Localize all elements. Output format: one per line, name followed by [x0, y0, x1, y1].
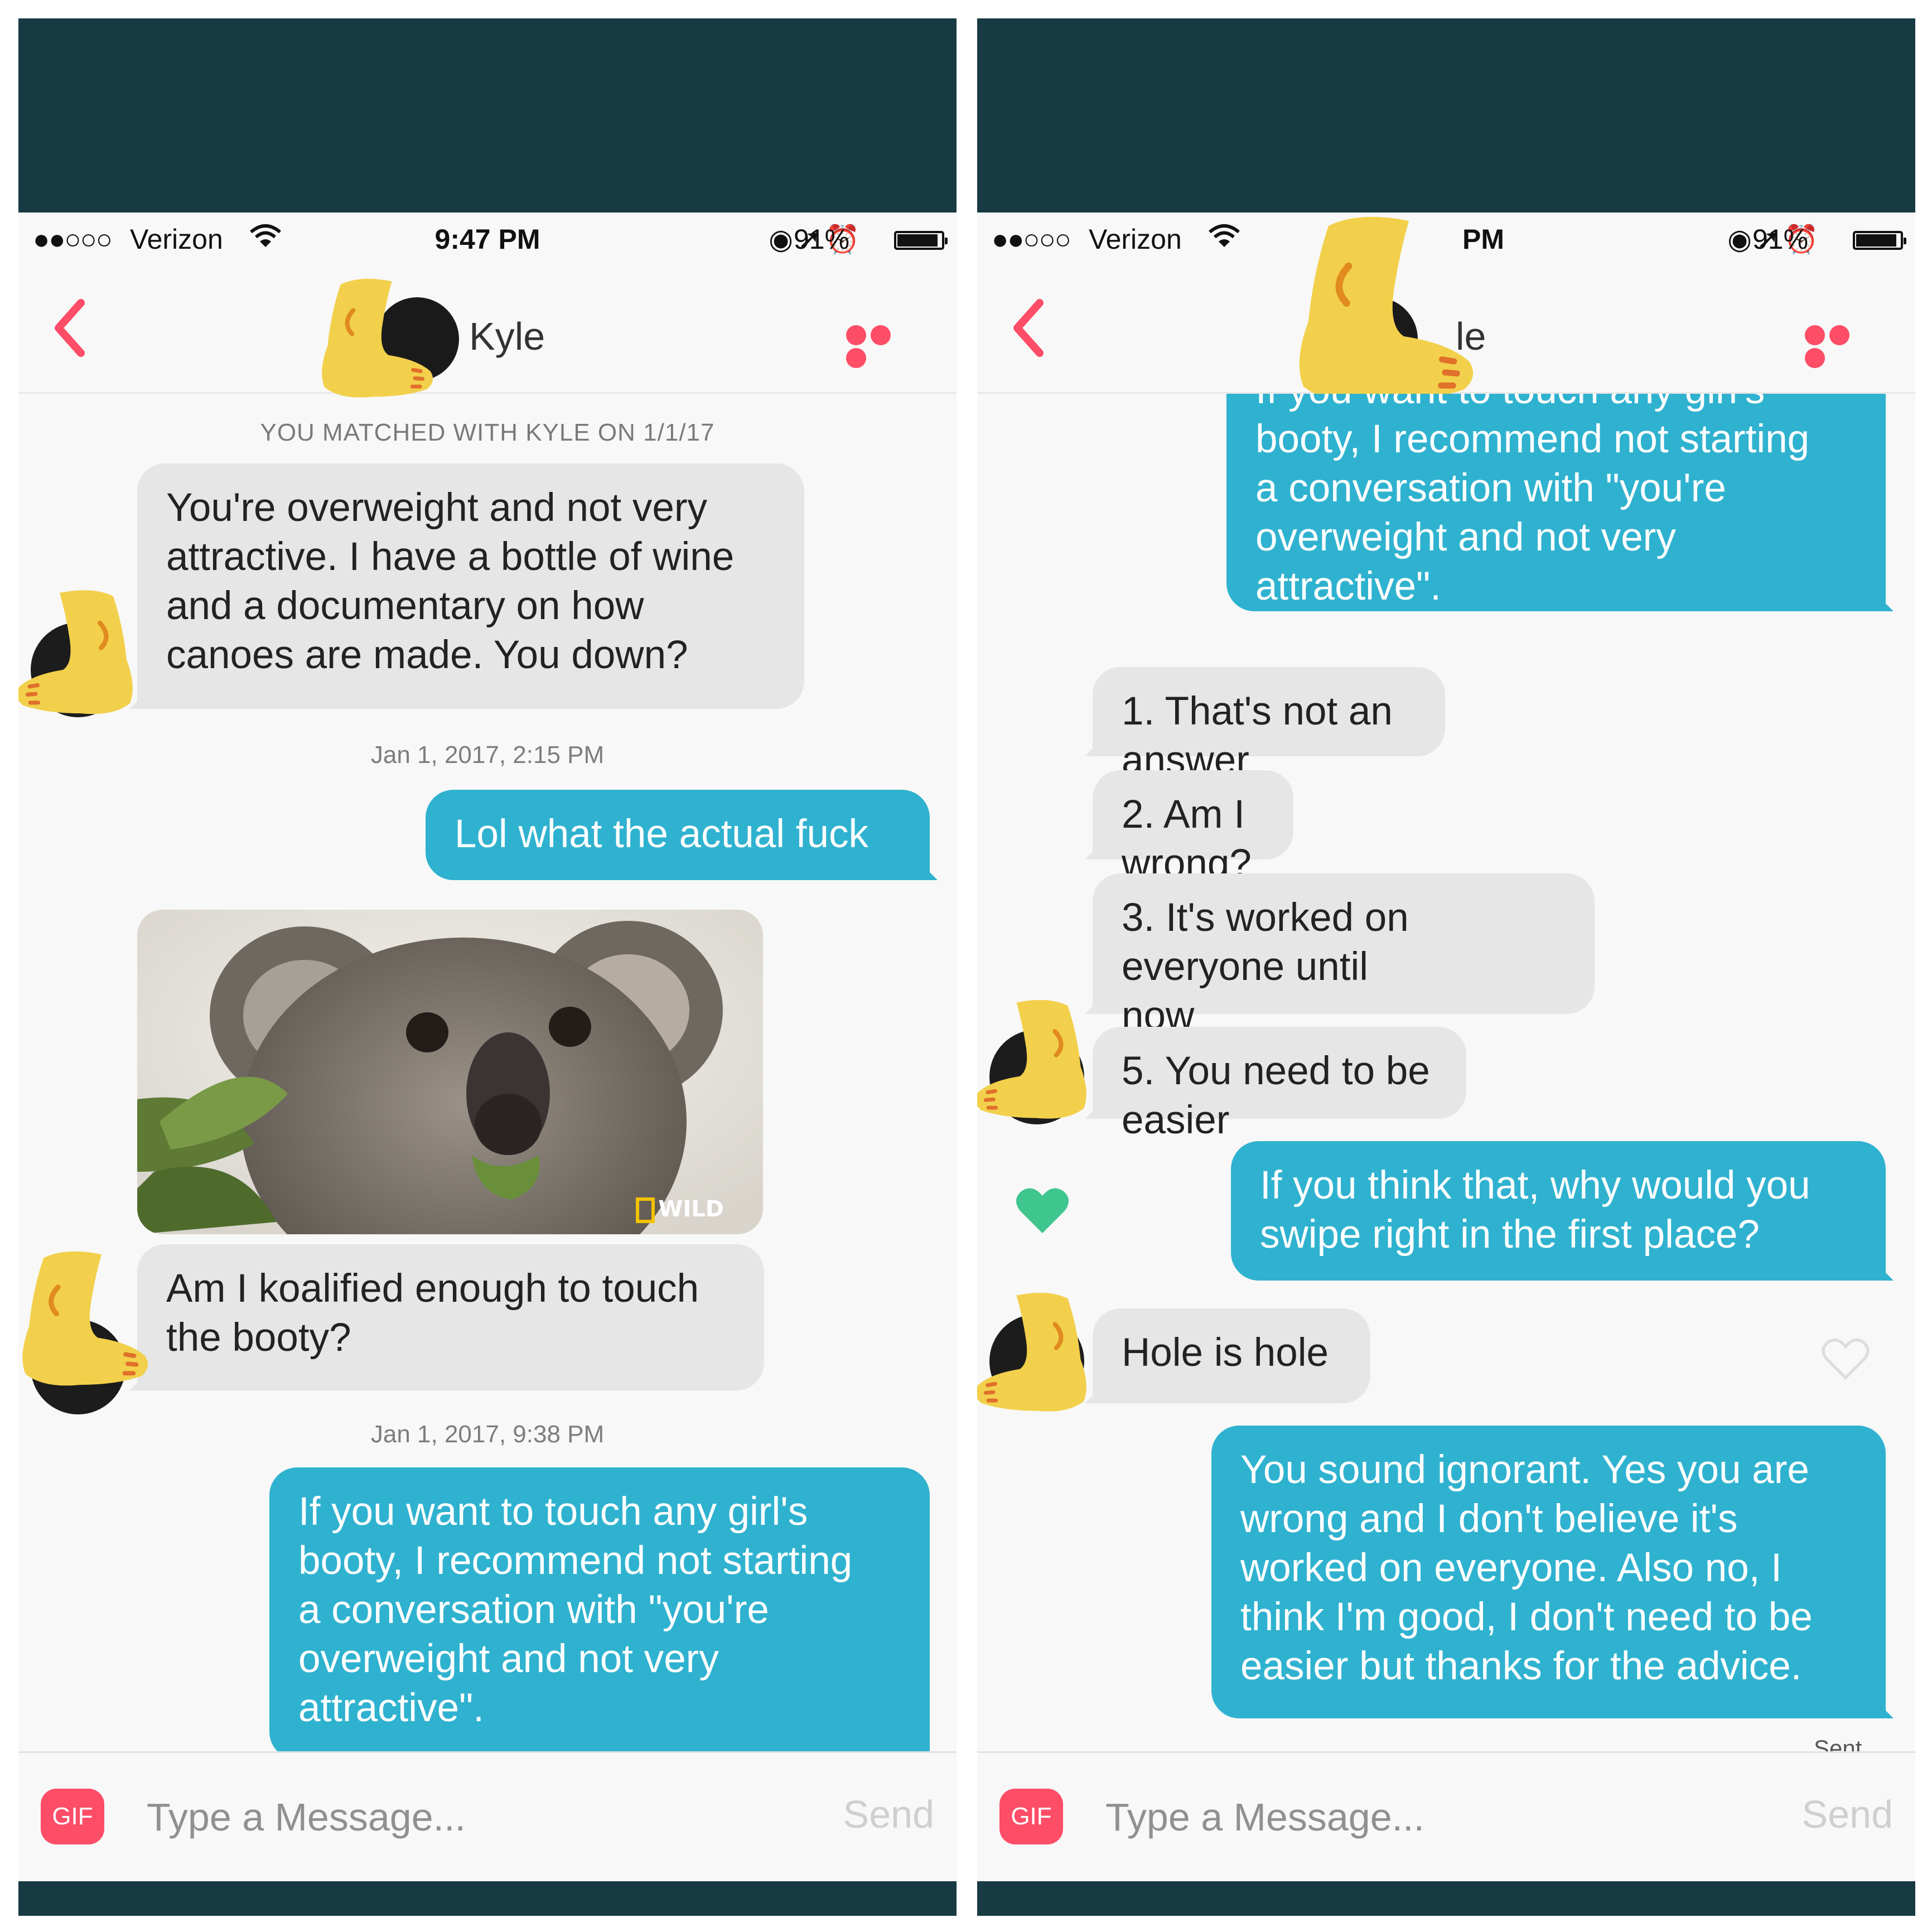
battery-icon: [1853, 231, 1906, 250]
incoming-message[interactable]: 3. It's worked on everyone until now: [1093, 873, 1595, 1038]
message-feed[interactable]: YOU MATCHED WITH KYLE ON 1/1/17 You're o…: [18, 394, 957, 1755]
koala-image: [137, 910, 763, 1234]
foot-emoji-icon: [18, 586, 147, 720]
outgoing-message[interactable]: Lol what the actual fuck: [426, 790, 930, 880]
koala-gif[interactable]: WILD: [137, 910, 763, 1234]
contact-name[interactable]: Kyle: [469, 314, 545, 359]
outgoing-message[interactable]: If you want to touch any girl's booty, I…: [1226, 394, 1886, 611]
incoming-message[interactable]: Hole is hole: [1093, 1308, 1370, 1403]
battery-percent: 91%: [1752, 224, 1809, 255]
battery-percent: 91%: [794, 224, 850, 255]
foot-emoji-icon: [18, 1247, 152, 1392]
message-feed[interactable]: If you want to touch any girl's booty, I…: [977, 394, 1915, 1755]
match-notice: YOU MATCHED WITH KYLE ON 1/1/17: [260, 419, 715, 446]
message-input[interactable]: [147, 1786, 760, 1848]
send-button[interactable]: Send: [1802, 1792, 1893, 1837]
bottom-banner: [977, 1881, 1915, 1916]
timestamp: Jan 1, 2017, 2:15 PM: [370, 741, 605, 769]
foot-emoji-icon: [977, 1289, 1100, 1417]
outgoing-message[interactable]: You sound ignorant. Yes you are wrong an…: [1211, 1426, 1886, 1718]
foot-emoji-icon: [308, 275, 437, 403]
outgoing-message[interactable]: If you think that, why would you swipe r…: [1231, 1141, 1886, 1281]
outgoing-message[interactable]: If you want to touch any girl's booty, I…: [269, 1467, 930, 1755]
signal-strength: ●●○○○: [992, 224, 1071, 255]
incoming-message[interactable]: Am I koalified enough to touch the booty…: [137, 1244, 764, 1390]
chevron-left-icon[interactable]: [1005, 297, 1055, 359]
incoming-message[interactable]: 2. Am I wrong?: [1093, 770, 1293, 886]
top-banner: [18, 18, 957, 212]
message-input[interactable]: [1105, 1786, 1719, 1848]
message-composer: GIF Send: [18, 1751, 957, 1881]
top-banner: [977, 18, 1915, 212]
incoming-message[interactable]: You're overweight and not very attractiv…: [137, 463, 804, 709]
heart-icon: [1016, 1188, 1069, 1233]
message-composer: GIF Send: [977, 1751, 1915, 1881]
bottom-banner: [18, 1881, 957, 1916]
nat-geo-wild-logo: WILD: [636, 1196, 724, 1223]
more-dots-icon[interactable]: [846, 325, 919, 368]
carrier-name: Verizon: [1089, 224, 1182, 255]
foot-emoji-icon: [1278, 211, 1479, 412]
incoming-message[interactable]: 1. That's not an answer: [1093, 667, 1445, 783]
incoming-message[interactable]: 5. You need to be easier: [1093, 1027, 1466, 1142]
wifi-icon: [1208, 222, 1241, 257]
status-bar: ●●○○○ Verizon 9:47 PM ◉➚⏰ 91%: [18, 216, 957, 261]
battery-icon: [894, 231, 948, 250]
right-screenshot: ●●○○○ Verizon PM ◉➚⏰ 91% le If you want …: [977, 18, 1915, 1916]
chat-header: Kyle: [18, 264, 957, 394]
chevron-left-icon[interactable]: [46, 297, 96, 359]
gif-button[interactable]: GIF: [41, 1789, 104, 1844]
more-dots-icon[interactable]: [1805, 325, 1877, 368]
foot-emoji-icon: [977, 996, 1100, 1124]
gif-button[interactable]: GIF: [999, 1789, 1063, 1844]
heart-icon[interactable]: [1820, 1336, 1871, 1382]
left-screenshot: ●●○○○ Verizon 9:47 PM ◉➚⏰ 91% Kyle YOU M…: [18, 18, 957, 1916]
send-button[interactable]: Send: [843, 1792, 934, 1837]
timestamp: Jan 1, 2017, 9:38 PM: [370, 1421, 605, 1448]
